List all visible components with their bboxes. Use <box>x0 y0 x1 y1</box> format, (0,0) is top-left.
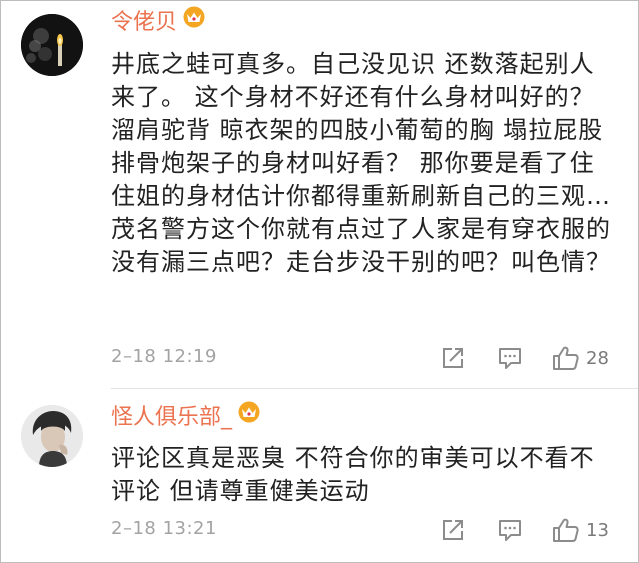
username[interactable]: 令佬贝 <box>111 6 207 38</box>
username[interactable]: 怪人俱乐部_ <box>111 401 262 433</box>
timestamp: 2–18 12:19 <box>111 346 217 367</box>
username-text[interactable]: 怪人俱乐部_ <box>111 405 232 430</box>
comment-meta: 2–18 13:21 13 <box>111 514 620 546</box>
like-count: 28 <box>586 348 609 369</box>
comment-text: 评论区真是恶臭 不符合你的审美可以不看不评论 但请尊重健美运动 <box>111 444 595 505</box>
avatar[interactable] <box>21 405 83 467</box>
crown-vip-icon <box>236 401 262 432</box>
comment-reply-icon[interactable] <box>497 517 523 547</box>
comment-list: 令佬贝 井底之蛙可真多。自己没见识 还数落起别人来了。 这个身材不好还有什么身材… <box>0 0 639 563</box>
like-count: 13 <box>586 520 609 541</box>
crown-vip-icon <box>181 6 207 37</box>
avatar-image <box>21 405 83 467</box>
avatar-image <box>21 14 83 76</box>
repost-icon[interactable] <box>440 345 466 375</box>
timestamp: 2–18 13:21 <box>111 518 217 539</box>
like-thumb-icon[interactable] <box>552 345 580 375</box>
comment-meta: 2–18 12:19 28 <box>111 342 620 374</box>
comment-reply-icon[interactable] <box>497 345 523 375</box>
avatar[interactable] <box>21 14 83 76</box>
like-thumb-icon[interactable] <box>552 517 580 547</box>
comment-item: 怪人俱乐部_ 评论区真是恶臭 不符合你的审美可以不看不评论 但请尊重健美运动 2… <box>1 389 638 563</box>
repost-icon[interactable] <box>440 517 466 547</box>
comment-text: 井底之蛙可真多。自己没见识 还数落起别人来了。 这个身材不好还有什么身材叫好的？… <box>111 50 611 276</box>
username-text[interactable]: 令佬贝 <box>111 10 177 35</box>
comment-item: 令佬贝 井底之蛙可真多。自己没见识 还数落起别人来了。 这个身材不好还有什么身材… <box>1 1 638 389</box>
comment-actions: 28 <box>440 342 620 374</box>
comment-actions: 13 <box>440 514 620 546</box>
